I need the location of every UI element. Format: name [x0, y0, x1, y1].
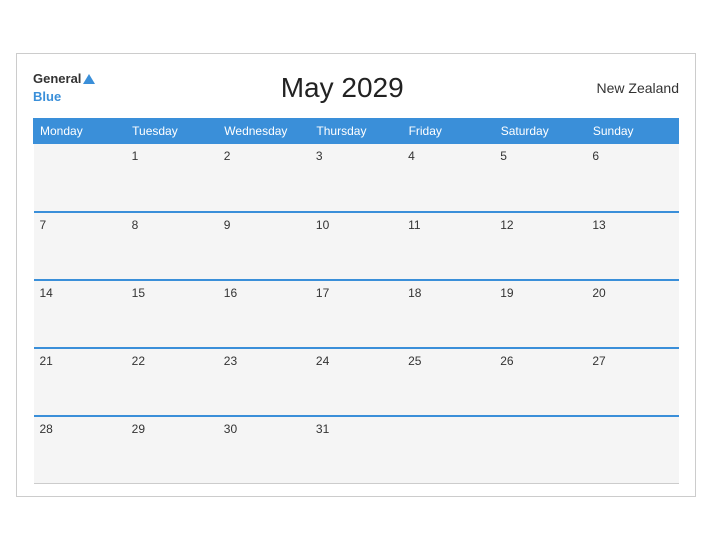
day-number: 19	[500, 286, 513, 300]
calendar-day-cell: 9	[218, 212, 310, 280]
calendar-day-cell: 3	[310, 144, 402, 212]
logo-blue-text: Blue	[33, 89, 61, 104]
calendar-day-cell: 8	[126, 212, 218, 280]
day-number: 21	[40, 354, 53, 368]
calendar-day-cell: 21	[34, 348, 126, 416]
day-number: 3	[316, 149, 323, 163]
logo-area: General Blue	[33, 70, 95, 106]
calendar-day-cell: 24	[310, 348, 402, 416]
calendar-day-cell: 5	[494, 144, 586, 212]
day-number: 15	[132, 286, 145, 300]
calendar-day-cell: 18	[402, 280, 494, 348]
logo-line1: General	[33, 70, 95, 88]
calendar-day-cell	[402, 416, 494, 484]
calendar-day-cell: 4	[402, 144, 494, 212]
calendar-day-cell: 12	[494, 212, 586, 280]
day-number: 12	[500, 218, 513, 232]
calendar-grid: MondayTuesdayWednesdayThursdayFridaySatu…	[33, 118, 679, 484]
day-number: 29	[132, 422, 145, 436]
calendar-title: May 2029	[95, 72, 589, 104]
day-number: 26	[500, 354, 513, 368]
calendar-week-row: 14 15 16 17 18 19 20	[34, 280, 679, 348]
calendar-day-cell: 28	[34, 416, 126, 484]
calendar-day-cell: 30	[218, 416, 310, 484]
day-number: 14	[40, 286, 53, 300]
day-number: 8	[132, 218, 139, 232]
day-number: 11	[408, 218, 420, 232]
weekday-header: Friday	[402, 119, 494, 144]
calendar-day-cell: 25	[402, 348, 494, 416]
calendar-week-row: 28 29 30 31	[34, 416, 679, 484]
calendar-day-cell: 2	[218, 144, 310, 212]
logo-triangle-icon	[83, 74, 95, 84]
calendar-day-cell: 22	[126, 348, 218, 416]
calendar-week-row: 1 2 3 4 5 6	[34, 144, 679, 212]
day-number: 20	[592, 286, 605, 300]
calendar-container: General Blue May 2029 New Zealand Monday…	[16, 53, 696, 497]
weekday-header: Thursday	[310, 119, 402, 144]
day-number: 17	[316, 286, 329, 300]
day-number: 9	[224, 218, 231, 232]
calendar-day-cell	[34, 144, 126, 212]
calendar-day-cell: 15	[126, 280, 218, 348]
day-number: 6	[592, 149, 599, 163]
day-number: 10	[316, 218, 329, 232]
calendar-day-cell	[494, 416, 586, 484]
calendar-day-cell: 13	[586, 212, 678, 280]
calendar-day-cell: 16	[218, 280, 310, 348]
weekday-header: Sunday	[586, 119, 678, 144]
day-number: 28	[40, 422, 53, 436]
calendar-day-cell: 20	[586, 280, 678, 348]
weekday-header: Monday	[34, 119, 126, 144]
calendar-day-cell: 26	[494, 348, 586, 416]
day-number: 5	[500, 149, 507, 163]
day-number: 7	[40, 218, 47, 232]
day-number: 13	[592, 218, 605, 232]
calendar-day-cell: 27	[586, 348, 678, 416]
day-number: 1	[132, 149, 139, 163]
weekday-header-row: MondayTuesdayWednesdayThursdayFridaySatu…	[34, 119, 679, 144]
calendar-day-cell: 7	[34, 212, 126, 280]
calendar-week-row: 7 8 9 10 11 12 13	[34, 212, 679, 280]
weekday-header: Wednesday	[218, 119, 310, 144]
day-number: 22	[132, 354, 145, 368]
calendar-day-cell	[586, 416, 678, 484]
calendar-day-cell: 19	[494, 280, 586, 348]
day-number: 27	[592, 354, 605, 368]
calendar-day-cell: 23	[218, 348, 310, 416]
weekday-header: Saturday	[494, 119, 586, 144]
calendar-day-cell: 29	[126, 416, 218, 484]
day-number: 2	[224, 149, 231, 163]
calendar-day-cell: 11	[402, 212, 494, 280]
calendar-day-cell: 31	[310, 416, 402, 484]
weekday-header: Tuesday	[126, 119, 218, 144]
day-number: 30	[224, 422, 237, 436]
logo-general-text: General	[33, 71, 81, 86]
day-number: 24	[316, 354, 329, 368]
calendar-header: General Blue May 2029 New Zealand	[33, 70, 679, 106]
calendar-day-cell: 14	[34, 280, 126, 348]
day-number: 18	[408, 286, 421, 300]
calendar-day-cell: 6	[586, 144, 678, 212]
calendar-day-cell: 17	[310, 280, 402, 348]
day-number: 25	[408, 354, 421, 368]
day-number: 16	[224, 286, 237, 300]
calendar-day-cell: 10	[310, 212, 402, 280]
country-label: New Zealand	[589, 80, 679, 96]
calendar-day-cell: 1	[126, 144, 218, 212]
day-number: 31	[316, 422, 329, 436]
day-number: 4	[408, 149, 415, 163]
calendar-week-row: 21 22 23 24 25 26 27	[34, 348, 679, 416]
day-number: 23	[224, 354, 237, 368]
